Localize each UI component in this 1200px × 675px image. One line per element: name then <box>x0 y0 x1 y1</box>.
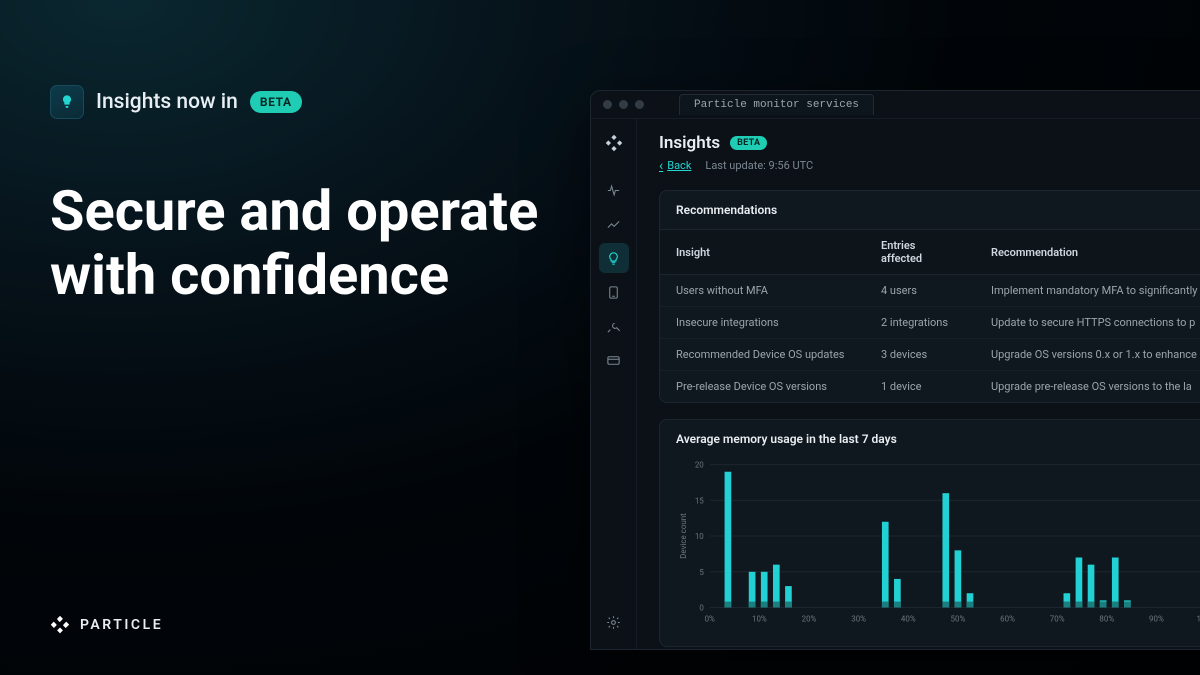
gear-icon <box>606 615 621 630</box>
svg-text:0: 0 <box>699 603 704 612</box>
recommendations-panel: Recommendations Insight Entries affected… <box>659 190 1200 403</box>
col-entries: Entries affected <box>865 230 975 275</box>
wrench-icon <box>606 319 621 334</box>
particle-logo-icon <box>50 615 70 635</box>
cell-insight: Users without MFA <box>660 275 865 307</box>
page-beta-badge: BETA <box>730 136 767 150</box>
window-control-max[interactable] <box>635 100 644 109</box>
col-insight: Insight <box>660 230 865 275</box>
svg-text:30%: 30% <box>851 614 866 623</box>
activity-icon <box>606 183 621 198</box>
svg-text:80%: 80% <box>1099 614 1114 623</box>
svg-text:40%: 40% <box>901 614 916 623</box>
chart-title: Average memory usage in the last 7 days <box>660 420 1200 458</box>
cell-insight: Pre-release Device OS versions <box>660 371 865 403</box>
beta-badge: BETA <box>250 91 302 113</box>
cell-insight: Insecure integrations <box>660 307 865 339</box>
window-control-min[interactable] <box>619 100 628 109</box>
svg-text:70%: 70% <box>1050 614 1065 623</box>
memory-usage-chart: 0 5 10 15 20 Device count 0% 10% 20% 30% 40% 50% 60%… <box>676 458 1200 628</box>
svg-text:0%: 0% <box>705 614 715 623</box>
app-window: Particle monitor services <box>590 90 1200 650</box>
table-row[interactable]: Insecure integrations2 integrationsUpdat… <box>660 307 1200 339</box>
sidebar-item-devices[interactable] <box>599 277 629 307</box>
card-icon <box>606 353 621 368</box>
page-title: Insights <box>659 133 720 153</box>
cell-entries: 2 integrations <box>865 307 975 339</box>
table-row[interactable]: Users without MFA4 usersImplement mandat… <box>660 275 1200 307</box>
cell-reco: Implement mandatory MFA to significantly <box>975 275 1200 307</box>
sidebar-item-settings[interactable] <box>599 607 629 637</box>
last-update: Last update: 9:56 UTC <box>705 159 813 172</box>
window-control-close[interactable] <box>603 100 612 109</box>
svg-text:Device count: Device count <box>679 513 688 559</box>
cell-reco: Upgrade OS versions 0.x or 1.x to enhanc… <box>975 339 1200 371</box>
cell-entries: 3 devices <box>865 339 975 371</box>
insights-icon <box>50 85 84 119</box>
svg-text:20%: 20% <box>802 614 817 623</box>
window-tab[interactable]: Particle monitor services <box>679 94 874 115</box>
sidebar-item-tools[interactable] <box>599 311 629 341</box>
sidebar-item-vitals[interactable] <box>599 175 629 205</box>
col-reco: Recommendation <box>975 230 1200 275</box>
cell-entries: 1 device <box>865 371 975 403</box>
recommendations-table: Insight Entries affected Recommendation … <box>660 229 1200 402</box>
sidebar <box>591 119 637 649</box>
brand-footer: PARTICLE <box>50 615 163 635</box>
cell-insight: Recommended Device OS updates <box>660 339 865 371</box>
sidebar-item-billing[interactable] <box>599 345 629 375</box>
table-row[interactable]: Pre-release Device OS versions1 deviceUp… <box>660 371 1200 403</box>
svg-text:50%: 50% <box>951 614 966 623</box>
chart-panel: Average memory usage in the last 7 days … <box>659 419 1200 647</box>
svg-text:90%: 90% <box>1149 614 1164 623</box>
svg-text:10%: 10% <box>752 614 767 623</box>
table-row[interactable]: Recommended Device OS updates3 devicesUp… <box>660 339 1200 371</box>
cell-reco: Update to secure HTTPS connections to p <box>975 307 1200 339</box>
sidebar-logo[interactable] <box>600 129 628 157</box>
sidebar-item-insights[interactable] <box>599 243 629 273</box>
svg-text:5: 5 <box>699 568 704 577</box>
promo-strip-title: Insights now in <box>96 90 238 114</box>
trend-icon <box>606 217 621 232</box>
svg-text:15: 15 <box>695 496 704 505</box>
sidebar-item-trends[interactable] <box>599 209 629 239</box>
recommendations-title: Recommendations <box>660 191 1200 229</box>
back-link[interactable]: Back <box>659 159 691 172</box>
cell-entries: 4 users <box>865 275 975 307</box>
svg-text:20: 20 <box>695 461 704 470</box>
promo-headline: Secure and operate with confidence <box>50 179 570 308</box>
cell-reco: Upgrade pre-release OS versions to the l… <box>975 371 1200 403</box>
device-icon <box>606 285 621 300</box>
brand-name: PARTICLE <box>80 617 163 633</box>
window-titlebar: Particle monitor services <box>591 91 1200 119</box>
lightbulb-icon <box>606 251 621 266</box>
svg-text:10: 10 <box>695 532 704 541</box>
svg-text:100%: 100% <box>1196 614 1200 623</box>
svg-text:60%: 60% <box>1000 614 1015 623</box>
